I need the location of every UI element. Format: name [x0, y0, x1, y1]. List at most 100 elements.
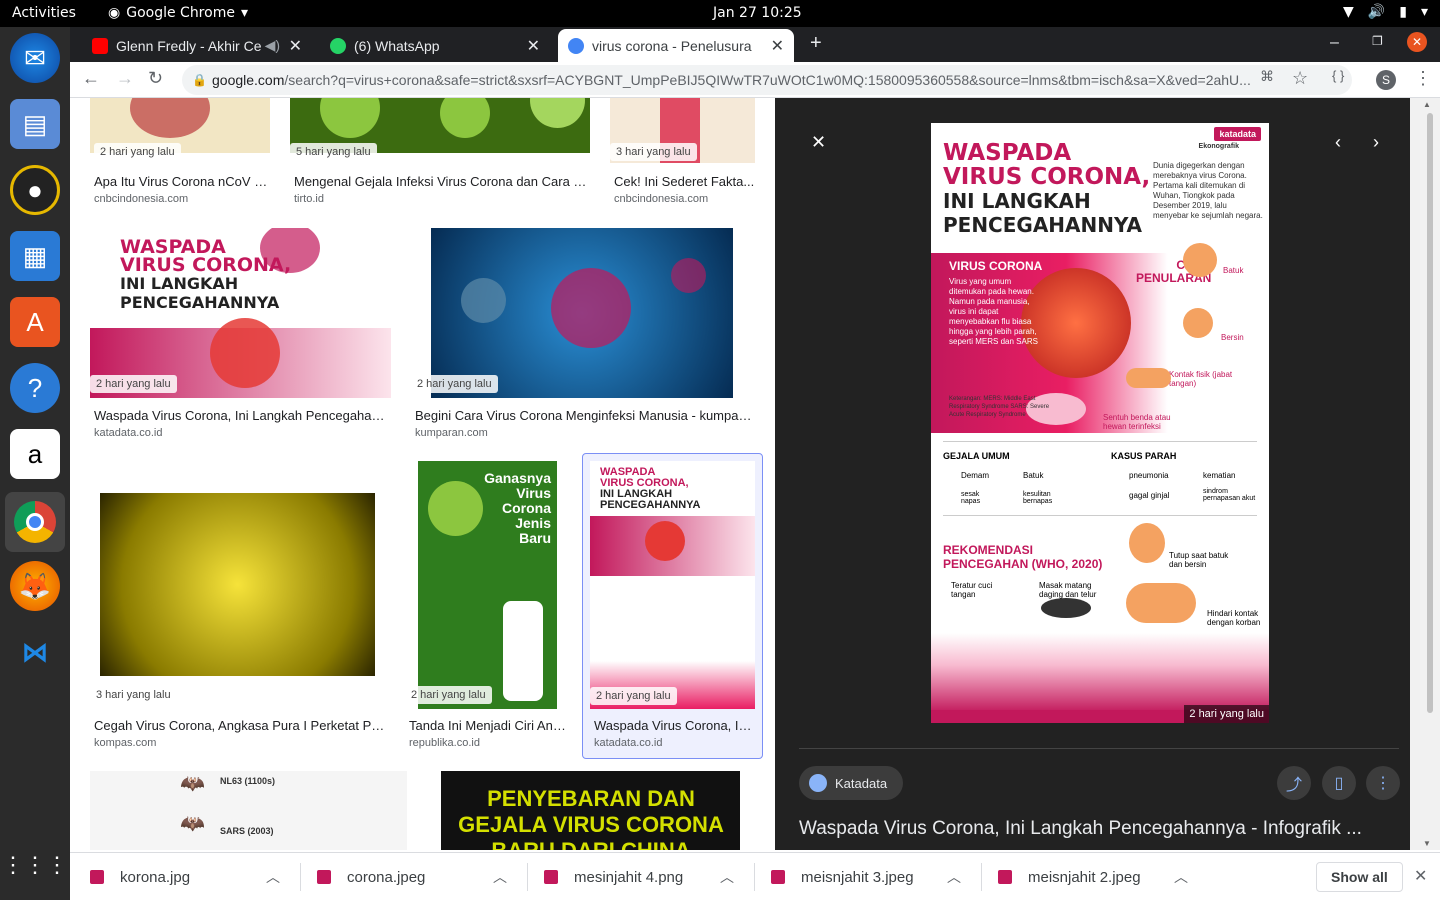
clock[interactable]: Jan 27 10:25 — [713, 5, 802, 21]
result-card[interactable]: 2 hari yang lalu Begini Cara Virus Coron… — [411, 228, 755, 443]
browser-toolbar: ← → ↻ 🔒 google.com/search?q=virus+corona… — [70, 62, 1440, 98]
translate-icon[interactable]: ⌘ — [1260, 68, 1274, 85]
bat-icon: 🦇 — [180, 773, 205, 795]
audio-icon[interactable]: ◀) — [265, 37, 280, 54]
result-card-selected[interactable]: WASPADA VIRUS CORONA, INI LANGKAH PENCEGAHA… — [582, 453, 763, 759]
download-item[interactable]: meisnjahit 2.jpeg ︿ — [998, 853, 1188, 901]
youtube-icon — [92, 37, 108, 54]
scrollbar[interactable]: ▲ ▼ — [1410, 98, 1440, 850]
dock: ✉ ▤ ● ▦ A ? a 🦊 ⋈ ⋮⋮⋮ — [0, 27, 70, 900]
result-card[interactable]: 3 hari yang lalu Cek! Ini Sederet Fakta.… — [610, 98, 755, 210]
menu-icon[interactable]: ⋮ — [1414, 68, 1432, 89]
close-icon[interactable]: ✕ — [811, 132, 826, 153]
chevron-up-icon[interactable]: ︿ — [720, 867, 734, 887]
tab-google-search[interactable]: virus corona - Penelusura ✕ — [558, 29, 794, 62]
volume-icon: 🔊 — [1367, 4, 1386, 20]
close-tab-icon[interactable]: ✕ — [289, 36, 302, 56]
maximize-button[interactable]: ❐ — [1372, 34, 1383, 48]
chevron-left-icon[interactable]: ‹ — [1335, 132, 1341, 153]
amazon-icon[interactable]: a — [10, 429, 60, 479]
source-chip[interactable]: Katadata — [799, 766, 904, 800]
back-button[interactable]: ← — [82, 68, 100, 89]
thunderbird-icon[interactable]: ✉ — [10, 33, 60, 83]
bat-icon: 🦇 — [180, 813, 205, 835]
google-icon — [568, 37, 584, 54]
close-tab-icon[interactable]: ✕ — [527, 36, 540, 56]
app-menu[interactable]: ◉ Google Chrome ▾ — [108, 5, 248, 21]
chrome-icon: ◉ — [108, 5, 121, 21]
preview-title[interactable]: Waspada Virus Corona, Ini Langkah Penceg… — [799, 818, 1399, 840]
chevron-up-icon[interactable]: ︿ — [266, 867, 280, 887]
software-center-icon[interactable]: A — [10, 297, 60, 347]
download-item[interactable]: meisnjahit 3.jpeg ︿ — [771, 853, 961, 901]
result-thumbnail[interactable]: WASPADA VIRUS CORONA, INI LANGKAH PENCEGAHA… — [90, 228, 391, 398]
download-item[interactable]: korona.jpg ︿ — [90, 853, 280, 901]
close-tab-icon[interactable]: ✕ — [771, 36, 784, 56]
system-tray[interactable]: ▼ 🔊 ▮ ▾ — [1343, 4, 1428, 20]
chevron-down-icon: ▾ — [1420, 4, 1428, 20]
firefox-icon[interactable]: 🦊 — [10, 561, 60, 611]
whatsapp-icon — [330, 37, 346, 54]
share-icon[interactable]: ⤴ — [1277, 766, 1311, 800]
result-thumbnail[interactable] — [431, 228, 733, 398]
brand-logo: katadata — [1214, 127, 1261, 141]
files-icon[interactable]: ▤ — [10, 99, 60, 149]
tab-strip: Glenn Fredly - Akhir Ce ◀) ✕ (6) WhatsAp… — [70, 27, 1440, 62]
image-file-icon — [998, 870, 1012, 884]
reload-button[interactable]: ↻ — [148, 68, 163, 89]
activities-button[interactable]: Activities — [12, 5, 76, 21]
extension-icon[interactable]: { } — [1332, 68, 1344, 83]
save-bookmark-icon[interactable]: ▯ — [1322, 766, 1356, 800]
writer-icon[interactable]: ▦ — [10, 231, 60, 281]
rhythmbox-icon[interactable]: ● — [10, 165, 60, 215]
close-window-button[interactable]: ✕ — [1407, 32, 1427, 52]
address-bar[interactable]: 🔒 google.com/search?q=virus+corona&safe=… — [182, 65, 1352, 95]
chevron-up-icon[interactable]: ︿ — [493, 867, 507, 887]
image-file-icon — [544, 870, 558, 884]
image-preview-panel: ✕ ‹ › katadata Ekonografik WASPADA VIRUS… — [775, 98, 1410, 850]
minimize-button[interactable]: – — [1330, 34, 1339, 52]
battery-icon: ▮ — [1399, 4, 1407, 20]
forward-button[interactable]: → — [116, 68, 134, 89]
chevron-right-icon[interactable]: › — [1373, 132, 1379, 153]
globe-icon — [809, 774, 827, 792]
download-item[interactable]: corona.jpeg ︿ — [317, 853, 507, 901]
chevron-up-icon[interactable]: ︿ — [1174, 867, 1188, 887]
result-thumbnail[interactable]: Ganasnya Virus Corona Jenis Baru — [418, 461, 557, 709]
show-apps-icon[interactable]: ⋮⋮⋮ — [2, 840, 68, 890]
close-downloads-icon[interactable]: ✕ — [1414, 866, 1427, 886]
image-file-icon — [771, 870, 785, 884]
bookmark-star-icon[interactable]: ☆ — [1292, 68, 1308, 89]
help-icon[interactable]: ? — [10, 363, 60, 413]
scroll-up-icon[interactable]: ▲ — [1423, 100, 1431, 109]
chevron-down-icon: ▾ — [240, 5, 248, 21]
result-card[interactable]: Ganasnya Virus Corona Jenis Baru 2 hari yang… — [405, 461, 570, 751]
show-all-button[interactable]: Show all — [1316, 862, 1403, 892]
result-card[interactable]: NL63 (1100s) SARS (2003) 🦇 🦇 — [90, 771, 407, 850]
wifi-icon: ▼ — [1343, 4, 1354, 20]
system-top-bar: Activities ◉ Google Chrome ▾ Jan 27 10:25 … — [0, 0, 1440, 27]
chevron-up-icon[interactable]: ︿ — [947, 867, 961, 887]
scrollbar-thumb[interactable] — [1427, 113, 1433, 713]
chrome-icon[interactable] — [5, 492, 65, 552]
result-card[interactable]: 3 hari yang lalu Cegah Virus Corona, Ang… — [90, 461, 385, 751]
result-card[interactable]: PENYEBARAN DAN GEJALA VIRUS CORONA BARU … — [441, 771, 740, 850]
new-tab-button[interactable]: + — [810, 32, 822, 55]
download-item[interactable]: mesinjahit 4.png ︿ — [544, 853, 734, 901]
scroll-down-icon[interactable]: ▼ — [1423, 839, 1431, 848]
vscode-icon[interactable]: ⋈ — [10, 627, 60, 677]
profile-avatar[interactable]: S — [1376, 70, 1396, 90]
result-thumbnail[interactable] — [100, 493, 375, 676]
image-file-icon — [90, 870, 104, 884]
result-card[interactable]: 2 hari yang lalu Apa Itu Virus Corona nC… — [90, 98, 270, 210]
result-card[interactable]: WASPADA VIRUS CORONA, INI LANGKAH PENCEGAHA… — [90, 228, 391, 443]
downloads-bar: korona.jpg ︿ corona.jpeg ︿ mesinjahit 4.pn… — [70, 852, 1440, 900]
image-file-icon — [317, 870, 331, 884]
result-thumbnail[interactable]: WASPADA VIRUS CORONA, INI LANGKAH PENCEGAHA… — [590, 461, 755, 709]
more-options-icon[interactable]: ⋮ — [1366, 766, 1400, 800]
tab-whatsapp[interactable]: (6) WhatsApp ✕ — [320, 29, 550, 62]
preview-image[interactable]: katadata Ekonografik WASPADA VIRUS CORON… — [931, 123, 1269, 723]
tab-youtube[interactable]: Glenn Fredly - Akhir Ce ◀) ✕ — [82, 29, 312, 62]
result-card[interactable]: 5 hari yang lalu Mengenal Gejala Infeksi… — [290, 98, 590, 210]
image-results: 2 hari yang lalu Apa Itu Virus Corona nC… — [70, 98, 775, 850]
